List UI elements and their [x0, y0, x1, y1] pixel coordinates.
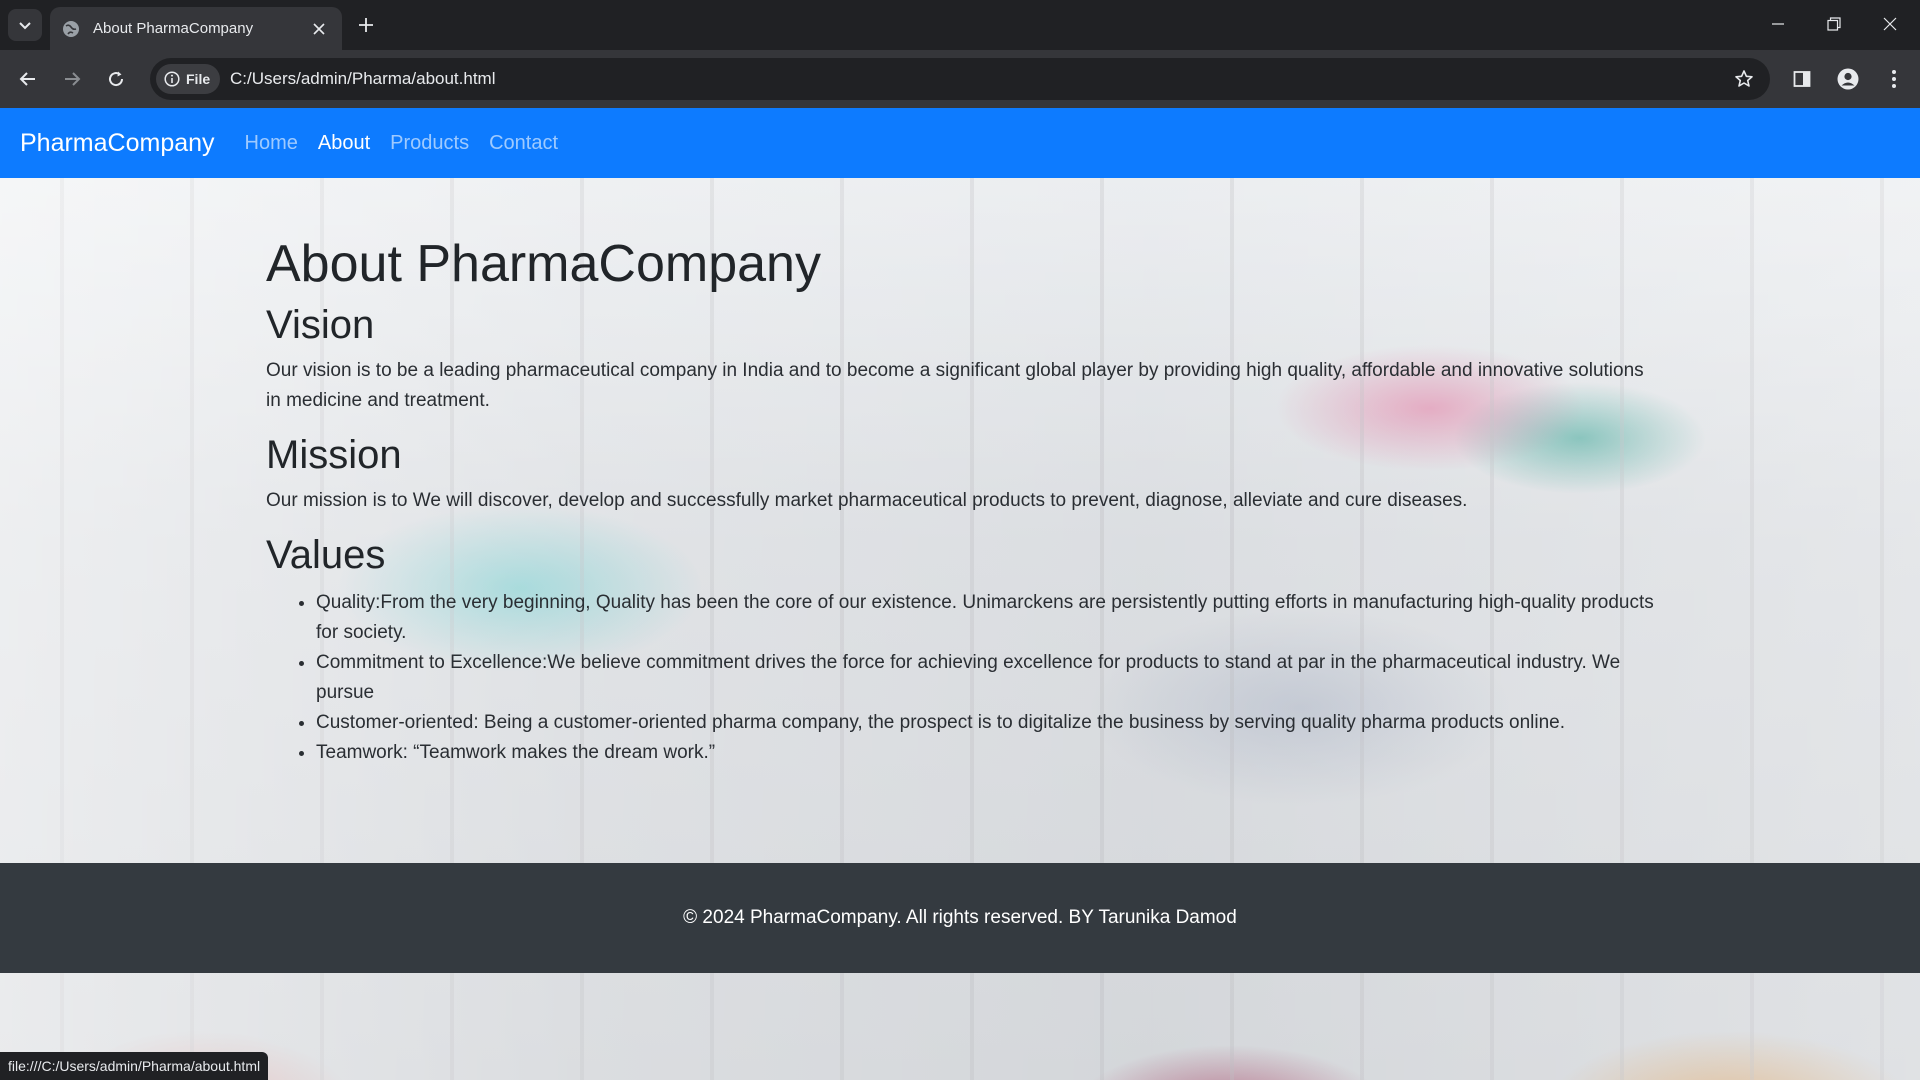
values-heading: Values [266, 533, 386, 577]
close-icon [1883, 17, 1897, 31]
restore-icon [1827, 17, 1841, 31]
values-item-commitment: Commitment to Excellence:We believe comm… [316, 648, 1656, 708]
arrow-right-icon [65, 72, 81, 86]
close-icon [313, 22, 325, 35]
minimize-button[interactable] [1750, 0, 1806, 48]
values-list: Quality:From the very beginning, Quality… [266, 588, 1656, 768]
browser-toolbar: File C:/Users/admin/Pharma/about.html [0, 50, 1920, 108]
vision-heading: Vision [266, 303, 375, 347]
site-chip-label: File [186, 71, 211, 87]
page-title: About PharmaCompany [266, 235, 821, 293]
star-icon [1735, 70, 1753, 87]
menu-button[interactable] [1878, 63, 1910, 95]
url-text[interactable]: C:/Users/admin/Pharma/about.html [230, 69, 496, 89]
more-vertical-icon [1892, 70, 1896, 88]
tab-close-button[interactable] [308, 18, 330, 40]
info-icon [164, 71, 180, 87]
reload-button[interactable] [100, 63, 132, 95]
new-tab-button[interactable] [352, 11, 380, 39]
status-url: file:///C:/Users/admin/Pharma/about.html [8, 1058, 261, 1074]
nav-link-home[interactable]: Home [245, 132, 298, 155]
nav-link-products[interactable]: Products [390, 132, 469, 155]
site-navbar: PharmaCompany Home About Products Contac… [0, 108, 1920, 178]
about-content: About PharmaCompany Vision Our vision is… [266, 178, 1656, 768]
site-footer: © 2024 PharmaCompany. All rights reserve… [0, 863, 1920, 973]
site-info-chip[interactable]: File [156, 64, 220, 94]
close-window-button[interactable] [1862, 0, 1918, 48]
navbar-brand[interactable]: PharmaCompany [20, 129, 215, 158]
values-item-quality: Quality:From the very beginning, Quality… [316, 588, 1656, 648]
avatar-icon [1837, 68, 1859, 90]
tab-title: About PharmaCompany [93, 20, 254, 37]
nav-link-about[interactable]: About [318, 132, 370, 155]
forward-button[interactable] [56, 63, 88, 95]
restore-button[interactable] [1806, 0, 1862, 48]
vision-text: Our vision is to be a leading pharmaceut… [266, 360, 1644, 411]
tab-strip: About PharmaCompany [0, 0, 1920, 50]
arrow-left-icon [19, 72, 35, 86]
bookmark-button[interactable] [1732, 67, 1756, 91]
side-panel-icon [1793, 71, 1811, 87]
reload-icon [109, 71, 124, 87]
globe-icon [63, 20, 79, 37]
side-panel-button[interactable] [1786, 63, 1818, 95]
address-bar[interactable]: File C:/Users/admin/Pharma/about.html [150, 58, 1770, 100]
footer-copyright: © 2024 PharmaCompany. All rights reserve… [683, 907, 1237, 928]
minimize-icon [1772, 23, 1784, 25]
status-bubble: file:///C:/Users/admin/Pharma/about.html [0, 1052, 269, 1080]
browser-tab[interactable]: About PharmaCompany [50, 7, 342, 50]
chevron-down-icon [19, 22, 31, 30]
values-item-teamwork: Teamwork: “Teamwork makes the dream work… [316, 738, 1656, 768]
page-viewport: PharmaCompany Home About Products Contac… [0, 108, 1920, 1080]
nav-link-contact[interactable]: Contact [489, 132, 558, 155]
mission-text: Our mission is to We will discover, deve… [266, 490, 1468, 511]
back-button[interactable] [12, 63, 44, 95]
tab-search-button[interactable] [8, 9, 42, 41]
values-item-customer-oriented: Customer-oriented: Being a customer-orie… [316, 708, 1656, 738]
mission-heading: Mission [266, 433, 402, 477]
profile-button[interactable] [1832, 63, 1864, 95]
plus-icon [359, 18, 373, 32]
